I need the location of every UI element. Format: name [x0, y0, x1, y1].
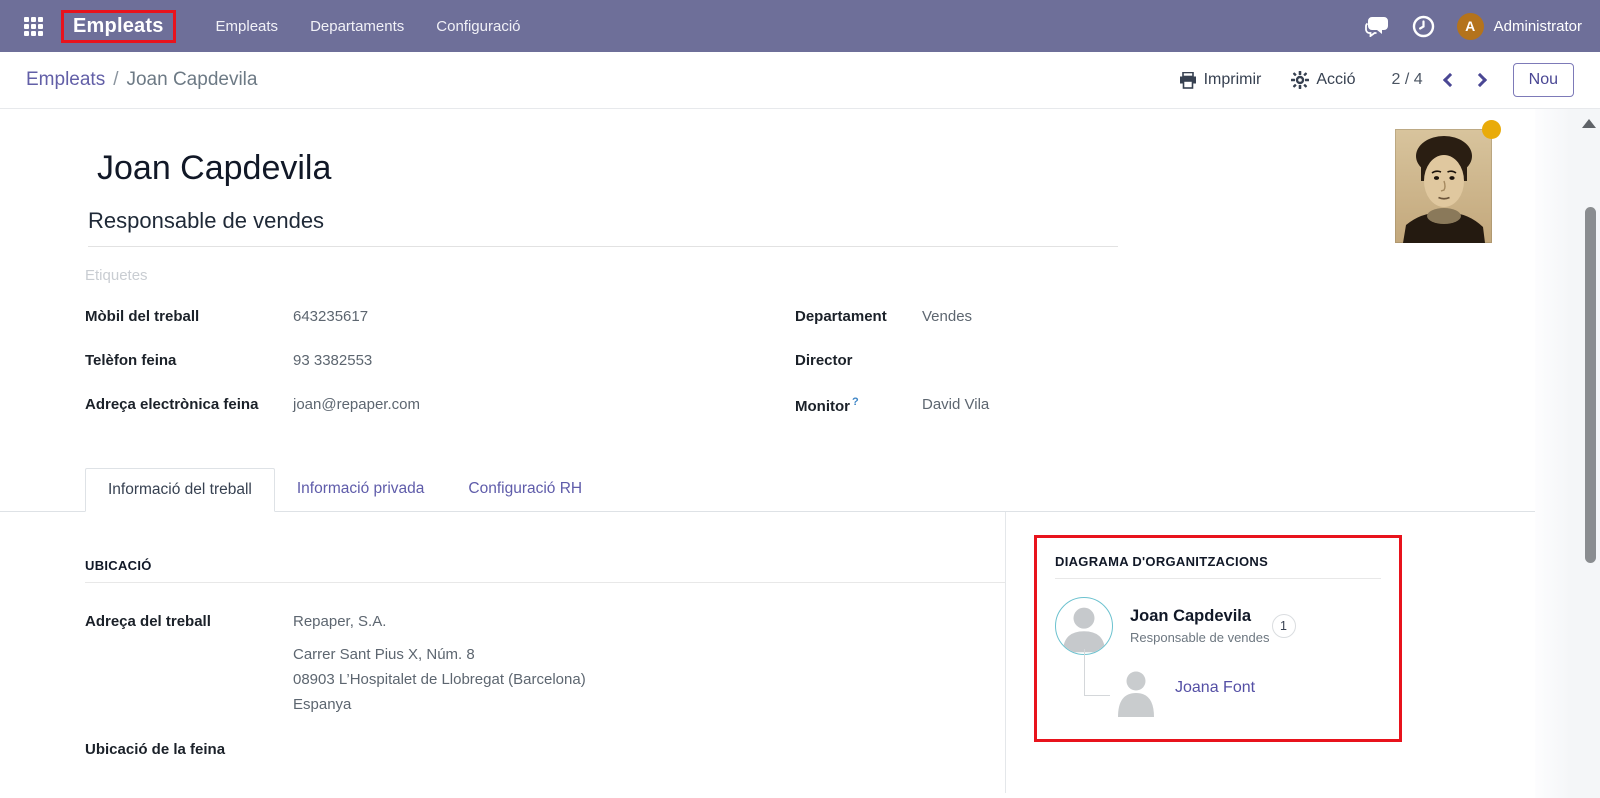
- field-work-phone: Telèfon feina 93 3382553: [85, 352, 795, 372]
- messages-icon[interactable]: [1364, 15, 1390, 37]
- control-panel-actions: Imprimir Acció 2 / 4: [1179, 63, 1574, 97]
- pager-previous-icon[interactable]: [1443, 73, 1457, 87]
- field-manager: Director: [795, 352, 1395, 372]
- field-department: Departament Vendes: [795, 308, 1395, 328]
- field-value[interactable]: 93 3382553: [293, 352, 372, 372]
- user-name: Administrator: [1494, 18, 1582, 35]
- org-employee-title: Responsable de vendes: [1130, 630, 1270, 645]
- work-address-label: Adreça del treball: [85, 613, 293, 717]
- breadcrumb-separator: /: [113, 69, 118, 91]
- scroll-up-arrow-icon[interactable]: [1582, 119, 1596, 128]
- presence-status-icon: [1482, 120, 1501, 139]
- scrollbar-area: [1535, 109, 1600, 798]
- location-section-title: UBICACIÓ: [85, 558, 1005, 583]
- printer-icon: [1179, 72, 1197, 89]
- company-link[interactable]: Repaper, S.A.: [293, 613, 586, 630]
- gear-icon: [1291, 71, 1309, 89]
- control-panel: Empleats / Joan Capdevila Imprimir: [0, 52, 1600, 109]
- org-employee-name[interactable]: Joan Capdevila: [1130, 607, 1270, 626]
- menu-item-configuracio[interactable]: Configuració: [420, 10, 536, 43]
- subordinate-avatar-icon[interactable]: [1117, 669, 1155, 722]
- field-label: Departament: [795, 308, 922, 328]
- field-label: Telèfon feina: [85, 352, 293, 372]
- print-label: Imprimir: [1204, 71, 1262, 89]
- action-button[interactable]: Acció: [1291, 71, 1355, 89]
- user-avatar[interactable]: A: [1457, 13, 1484, 40]
- org-chart-pane: DIAGRAMA D'ORGANITZACIONS Joan Capdevila: [1005, 512, 1535, 793]
- breadcrumb-current: Joan Capdevila: [126, 69, 257, 91]
- print-button[interactable]: Imprimir: [1179, 71, 1262, 89]
- menu-item-empleats[interactable]: Empleats: [200, 10, 295, 43]
- menu-item-departaments[interactable]: Departaments: [294, 10, 420, 43]
- field-value[interactable]: David Vila: [922, 396, 989, 416]
- breadcrumb: Empleats / Joan Capdevila: [26, 69, 257, 91]
- tab-private-information[interactable]: Informació privada: [275, 468, 447, 511]
- pager-next-icon[interactable]: [1473, 73, 1487, 87]
- subordinate-name-link[interactable]: Joana Font: [1175, 679, 1255, 697]
- apps-grid-icon[interactable]: [24, 17, 43, 36]
- job-title-field[interactable]: Responsable de vendes: [88, 208, 1118, 247]
- org-chart-subordinate-node: Joana Font: [1055, 657, 1381, 719]
- field-value[interactable]: Vendes: [922, 308, 972, 328]
- tab-hr-settings[interactable]: Configuració RH: [446, 468, 604, 511]
- new-record-button[interactable]: Nou: [1513, 63, 1574, 97]
- address-block: Carrer Sant Pius X, Núm. 8 08903 L’Hospi…: [293, 642, 586, 717]
- address-line: Espanya: [293, 692, 586, 717]
- help-tooltip-icon[interactable]: ?: [852, 396, 859, 408]
- tab-work-information[interactable]: Informació del treball: [85, 468, 275, 512]
- employee-avatar-icon[interactable]: [1055, 597, 1113, 655]
- employee-name-title[interactable]: Joan Capdevila: [0, 109, 1535, 188]
- scrollbar-thumb[interactable]: [1585, 207, 1596, 563]
- user-menu[interactable]: A Administrator: [1457, 13, 1582, 40]
- tab-bar: Informació del treball Informació privad…: [0, 468, 1535, 512]
- breadcrumb-parent-link[interactable]: Empleats: [26, 69, 105, 91]
- field-label: Adreça electrònica feina: [85, 396, 293, 416]
- field-value[interactable]: joan@repaper.com: [293, 396, 420, 416]
- subordinates-count-badge[interactable]: 1: [1272, 614, 1296, 638]
- org-chart-annotated-box: DIAGRAMA D'ORGANITZACIONS Joan Capdevila: [1034, 535, 1402, 742]
- field-work-mobile: Mòbil del treball 643235617: [85, 308, 795, 328]
- notebook: Informació del treball Informació privad…: [0, 468, 1535, 793]
- location-section: UBICACIÓ Adreça del treball Repaper, S.A…: [0, 512, 1005, 793]
- tags-input[interactable]: Etiquetes: [85, 267, 1535, 284]
- top-navbar: Empleats Empleats Departaments Configura…: [0, 0, 1600, 52]
- employee-photo[interactable]: [1395, 129, 1492, 243]
- org-connector-line: [1084, 649, 1110, 696]
- app-menu: Empleats Departaments Configuració: [200, 10, 537, 43]
- employee-portrait-image: [1395, 129, 1492, 243]
- work-location-label: Ubicació de la feina: [85, 741, 1005, 758]
- field-value[interactable]: 643235617: [293, 308, 368, 328]
- navbar-systray: A Administrator: [1364, 13, 1582, 40]
- field-work-email: Adreça electrònica feina joan@repaper.co…: [85, 396, 795, 416]
- action-label: Acció: [1316, 71, 1355, 89]
- employee-sheet: Joan Capdevila Responsable de vendes Eti…: [0, 109, 1535, 798]
- activities-clock-icon[interactable]: [1412, 15, 1435, 38]
- work-address-field: Adreça del treball Repaper, S.A. Carrer …: [85, 613, 1005, 717]
- form-view: Joan Capdevila Responsable de vendes Eti…: [0, 109, 1600, 798]
- org-chart-title: DIAGRAMA D'ORGANITZACIONS: [1055, 554, 1381, 579]
- field-label: Monitor?: [795, 396, 922, 416]
- current-app-name[interactable]: Empleats: [61, 10, 176, 43]
- address-line: 08903 L’Hospitalet de Llobregat (Barcelo…: [293, 667, 586, 692]
- org-chart-employee-node[interactable]: Joan Capdevila Responsable de vendes 1: [1055, 597, 1381, 655]
- address-line: Carrer Sant Pius X, Núm. 8: [293, 642, 586, 667]
- record-pager: 2 / 4: [1392, 71, 1423, 89]
- field-label: Director: [795, 352, 922, 372]
- field-group: Mòbil del treball 643235617 Telèfon fein…: [85, 308, 1535, 440]
- field-coach: Monitor? David Vila: [795, 396, 1395, 416]
- field-label: Mòbil del treball: [85, 308, 293, 328]
